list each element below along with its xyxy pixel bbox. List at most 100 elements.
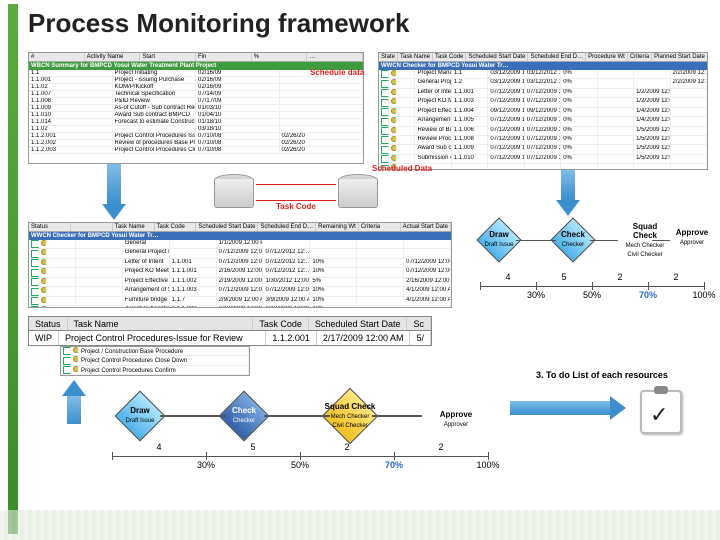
dim-tick bbox=[300, 452, 301, 460]
sheet2-header: StateTask NameTask CodeScheduled Start D… bbox=[379, 53, 707, 62]
table-row: Review Procedures Requirement - BMPCD1.1… bbox=[379, 136, 707, 145]
task-code-label: Task Code bbox=[276, 202, 316, 211]
dim-pct-label: 100% bbox=[476, 460, 499, 470]
schedule-data-label: Schedule data bbox=[310, 68, 364, 77]
accent-bar bbox=[8, 4, 18, 534]
arrow-right-1 bbox=[510, 396, 626, 420]
dim-pct-label: 70% bbox=[385, 460, 403, 470]
dim-seg-label: 2 bbox=[344, 442, 349, 452]
detail-status-h: Status bbox=[29, 317, 68, 331]
detail-status-v: WIP bbox=[29, 331, 59, 345]
wfR-check-label: CheckChecker bbox=[550, 230, 596, 248]
skyline-decoration bbox=[0, 510, 720, 540]
dim-seg-label: 2 bbox=[438, 442, 443, 452]
sheet1-header: #Activity NameStartFin%… bbox=[29, 53, 363, 62]
table-row: 1.1.0203/18/10 bbox=[29, 126, 363, 133]
dim-seg-label: 2 bbox=[617, 272, 622, 282]
dim-pct-label: 50% bbox=[291, 460, 309, 470]
dim-tick bbox=[592, 282, 593, 290]
dim-tick bbox=[112, 452, 113, 460]
red-line-1 bbox=[256, 184, 336, 185]
table-row: Project KO Meeting with BMPCD1.1.00307/1… bbox=[379, 98, 707, 107]
dim-tick bbox=[206, 452, 207, 460]
dim-pct-label: 50% bbox=[583, 290, 601, 300]
table-row: Project Effective Date1.1.00409/12/2009 … bbox=[379, 108, 707, 117]
table-row: Letter of Intent1.1.00107/12/2009 12:00 … bbox=[29, 259, 451, 268]
table-row: 1.1.008P&ID Review07/17/09 bbox=[29, 98, 363, 105]
table-row: Project Management1.103/12/2009 12:00 AM… bbox=[379, 70, 707, 79]
dim-tick bbox=[536, 282, 537, 290]
dim-pct-label: 100% bbox=[692, 290, 715, 300]
table-row: Arrangement of Site Visit Focus off Need… bbox=[29, 287, 451, 296]
table-row: Arrangement of Site Visit Focus off Need… bbox=[379, 117, 707, 126]
dim-tick bbox=[480, 282, 481, 290]
table-row: 1.1.009As-of Cutoff - Sub contract Requi… bbox=[29, 105, 363, 112]
arrow-up-1 bbox=[62, 380, 86, 424]
dim-pct-label: 70% bbox=[639, 290, 657, 300]
detail-sched-h: Scheduled Start Date bbox=[309, 317, 408, 331]
page-title: Process Monitoring framework bbox=[28, 8, 409, 39]
dim-seg-label: 4 bbox=[156, 442, 161, 452]
dim-tick bbox=[394, 452, 395, 460]
table-row: Furniture bridge arranging and dispatch1… bbox=[29, 297, 451, 306]
detail-row-values: WIP Project Control Procedures-Issue for… bbox=[28, 330, 432, 346]
dim-seg-label: 5 bbox=[250, 442, 255, 452]
table-row: 1.1.02KOM/P/Kickoff02/16/09 bbox=[29, 84, 363, 91]
dim-tick bbox=[648, 282, 649, 290]
db-left-icon bbox=[214, 174, 254, 208]
table-row: Award Subcontract - processing (if Neede… bbox=[29, 306, 451, 308]
detail-taskcode-v: 1.1.2.001 bbox=[266, 331, 317, 345]
table-row: General Project Management1.203/12/2009 … bbox=[379, 79, 707, 88]
arrow-down-2 bbox=[556, 170, 580, 216]
clipboard-icon: ✓ bbox=[640, 390, 682, 434]
wfR-link-2 bbox=[590, 240, 618, 241]
wfR-approve-label: ApproveApprover bbox=[672, 228, 712, 246]
wf-link-3 bbox=[372, 415, 422, 417]
detail-taskname-h: Task Name bbox=[68, 317, 254, 331]
wfR-draw-label: DrawDraft Issue bbox=[476, 230, 522, 248]
red-line-2 bbox=[256, 200, 336, 201]
table-row: Project / Construction Base Procedure bbox=[61, 347, 249, 356]
table-row: Project Control Procedures Confirm bbox=[61, 366, 249, 375]
dim-seg-label: 2 bbox=[673, 272, 678, 282]
table-row: 1.1.2.003Project Control Procedures Clos… bbox=[29, 147, 363, 154]
table-row: 1.1.2.001Project Control Procedures Issu… bbox=[29, 133, 363, 140]
sheet-checker: StatusTask NameTask CodeScheduled Start … bbox=[28, 222, 452, 308]
table-row: 1.1.007Technical Specification07/14/09 bbox=[29, 91, 363, 98]
db-right-icon bbox=[338, 174, 378, 208]
table-row: Award Sub contract1.1.00907/12/2009 12:0… bbox=[379, 145, 707, 154]
wf-draw-label: DrawDraft Issue bbox=[114, 406, 166, 424]
scheduled-data-label: Scheduled Data bbox=[372, 164, 432, 173]
wf-link-2 bbox=[264, 415, 330, 417]
arrow-down-1 bbox=[102, 164, 126, 220]
dim-pct-label: 30% bbox=[527, 290, 545, 300]
table-row: 1.1.001Project - issuing Purchase02/16/0… bbox=[29, 77, 363, 84]
sheet-tasks-detail: StateTask NameTask CodeScheduled Start D… bbox=[378, 52, 708, 170]
wf-link-1 bbox=[160, 415, 226, 417]
table-row: Letter of Intent1.1.00107/12/2009 12:00 … bbox=[379, 89, 707, 98]
table-row: 1.1.010Award Sub contract BMPCD01/04/10 bbox=[29, 112, 363, 119]
sheet2-title: WWCN Checker for BMPCD Yosui Water Tr… bbox=[379, 62, 707, 70]
detail-taskcode-h: Task Code bbox=[253, 317, 309, 331]
table-row: Project Effective Date1.1.1.0022/19/2009… bbox=[29, 278, 451, 287]
checkmark-icon: ✓ bbox=[650, 402, 668, 428]
dim-tick bbox=[704, 282, 705, 290]
sheet4: Project / Construction Base ProcedurePro… bbox=[60, 346, 250, 376]
wfR-link-3 bbox=[652, 240, 670, 241]
table-row: Project Control Procedures Close Down bbox=[61, 356, 249, 365]
dim-seg-label: 5 bbox=[561, 272, 566, 282]
dim-pct-label: 30% bbox=[197, 460, 215, 470]
wfR-link-1 bbox=[516, 240, 556, 241]
table-row: Review of Basic List/Review Schedule1.1.… bbox=[379, 127, 707, 136]
detail-sc2-h: Sc bbox=[407, 317, 431, 331]
sheet3-title: WWCN Checker for BMPCD Yosui Water Tr… bbox=[29, 232, 451, 240]
detail-sched-v: 2/17/2009 12:00 AM bbox=[317, 331, 411, 345]
table-row: General1/1/2009 12:00 PM bbox=[29, 240, 451, 249]
table-row: 1.1.014Forecast to estimate Constructabi… bbox=[29, 119, 363, 126]
table-row: Submission of P&ID Review1.1.01007/12/20… bbox=[379, 155, 707, 164]
dim-tick bbox=[488, 452, 489, 460]
wf-approve-label: ApproveApprover bbox=[426, 410, 486, 428]
dim-seg-label: 4 bbox=[505, 272, 510, 282]
todo-label: 3. To do List of each resources bbox=[536, 370, 668, 380]
sheet3-header: StatusTask NameTask CodeScheduled Start … bbox=[29, 223, 451, 232]
